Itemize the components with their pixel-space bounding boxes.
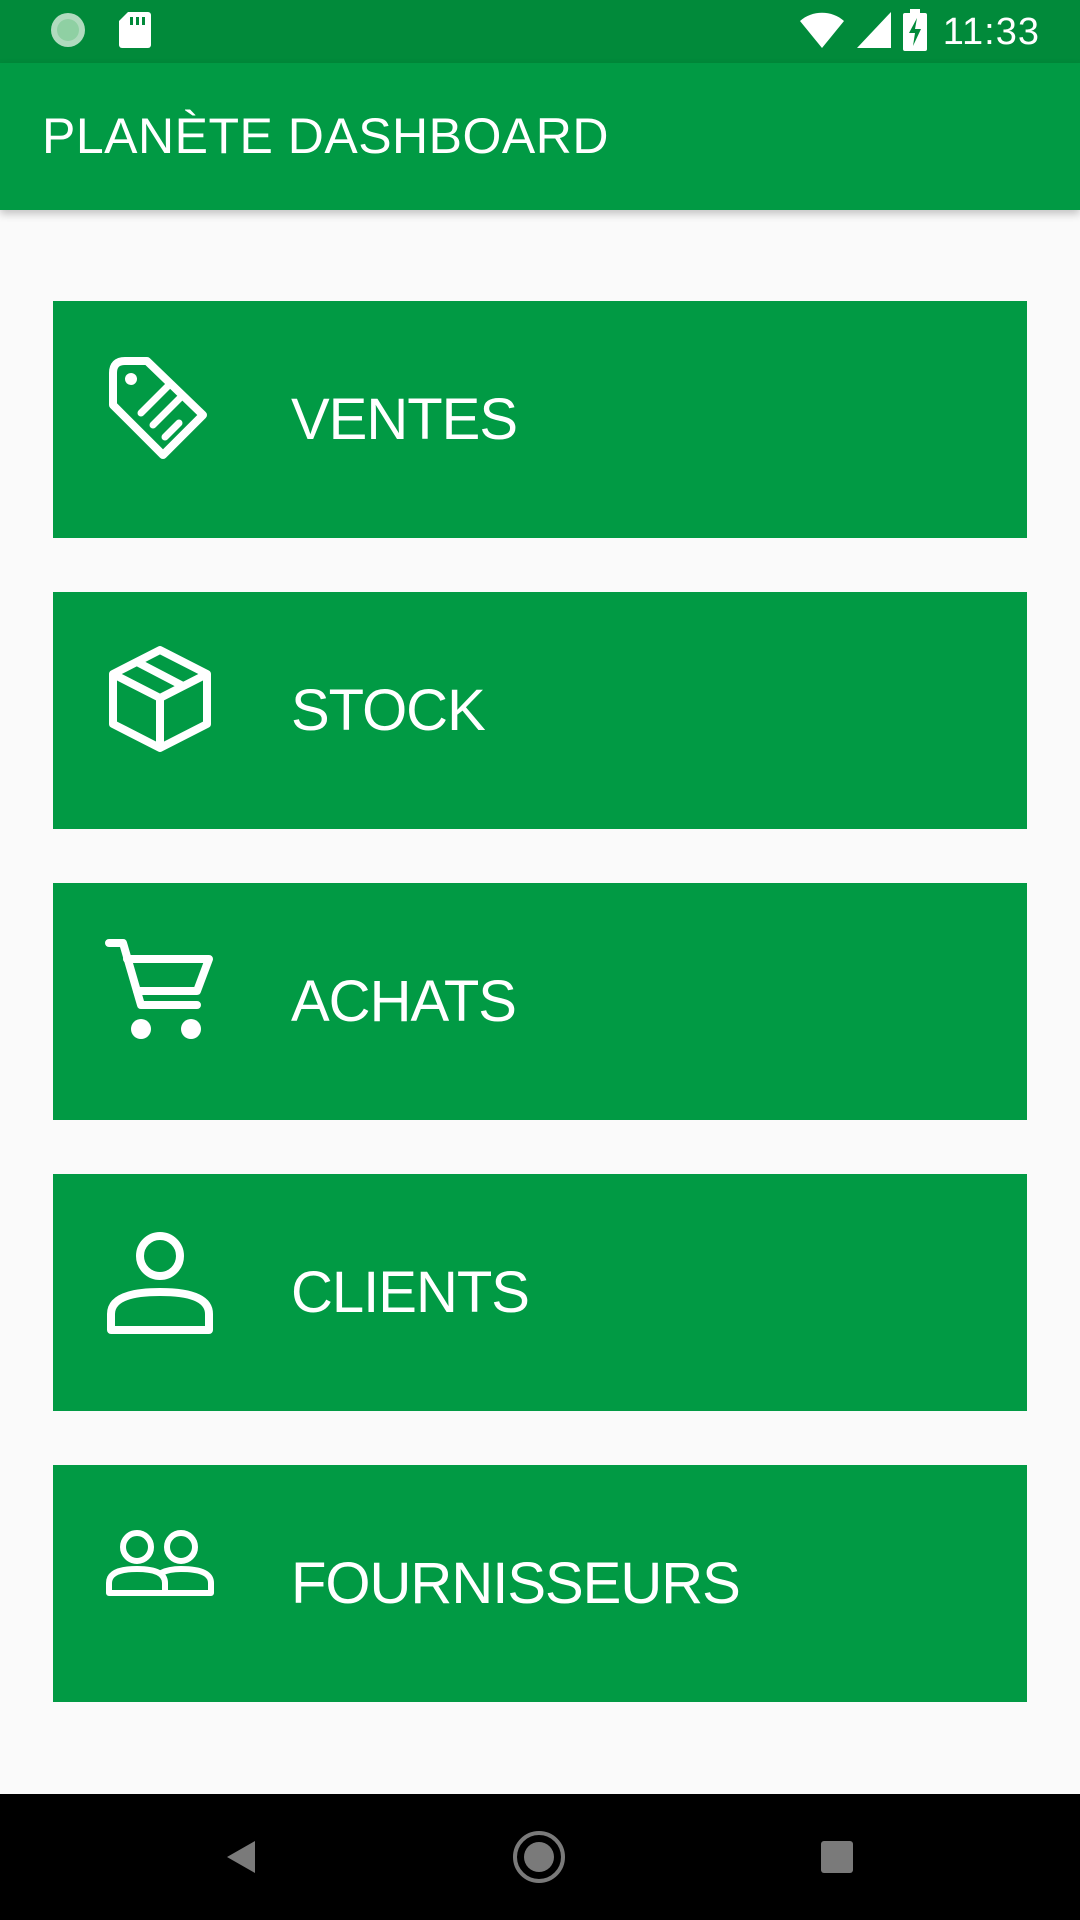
home-icon[interactable] — [504, 1822, 574, 1892]
nav-bar — [0, 1794, 1080, 1920]
wifi-icon — [799, 10, 845, 55]
signal-icon — [855, 10, 893, 55]
menu-item-fournisseurs[interactable]: FOURNISSEURS — [53, 1465, 1027, 1702]
menu-item-label: STOCK — [291, 678, 486, 743]
people-group-icon — [105, 1517, 215, 1627]
sale-tag-icon — [105, 353, 215, 463]
status-left — [48, 10, 152, 55]
sd-card-icon — [118, 10, 152, 55]
screen: 11:33 PLANÈTE DASHBOARD VENTES STOCK ACH… — [0, 0, 1080, 1920]
status-right: 11:33 — [799, 8, 1040, 56]
battery-charging-icon — [902, 8, 927, 56]
person-icon — [105, 1226, 215, 1336]
shopping-cart-icon — [105, 935, 215, 1045]
app-title: PLANÈTE DASHBOARD — [42, 108, 609, 164]
menu-item-stock[interactable]: STOCK — [53, 592, 1027, 829]
back-icon[interactable] — [206, 1822, 276, 1892]
recents-icon[interactable] — [802, 1822, 872, 1892]
menu-item-ventes[interactable]: VENTES — [53, 301, 1027, 538]
menu-item-achats[interactable]: ACHATS — [53, 883, 1027, 1120]
app-bar: PLANÈTE DASHBOARD — [0, 63, 1080, 210]
package-box-icon — [105, 644, 215, 754]
sync-circle-icon — [48, 10, 88, 55]
menu-item-clients[interactable]: CLIENTS — [53, 1174, 1027, 1411]
menu-item-label: CLIENTS — [291, 1260, 530, 1325]
menu-item-label: VENTES — [291, 387, 518, 452]
menu-item-label: ACHATS — [291, 969, 517, 1034]
status-bar: 11:33 — [0, 0, 1080, 63]
status-time: 11:33 — [942, 10, 1040, 53]
menu-item-label: FOURNISSEURS — [291, 1551, 741, 1616]
